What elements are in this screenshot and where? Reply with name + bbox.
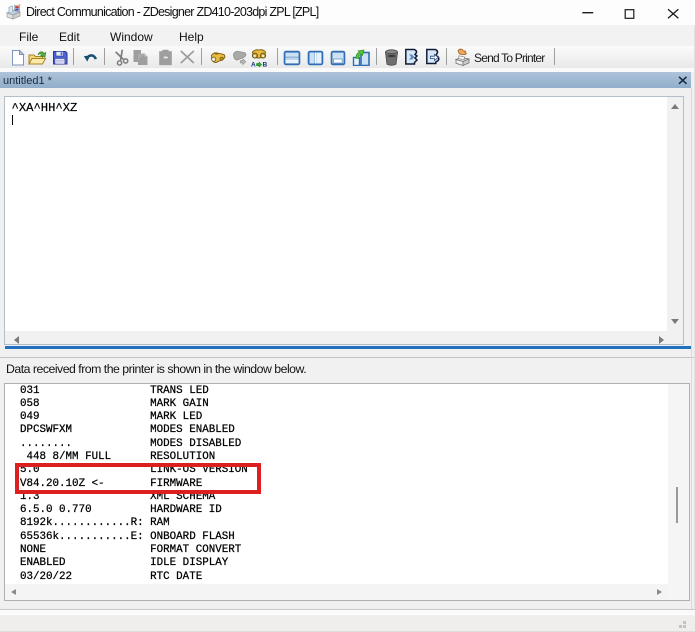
svg-text:B: B	[263, 62, 268, 68]
svg-text:A: A	[251, 62, 256, 68]
